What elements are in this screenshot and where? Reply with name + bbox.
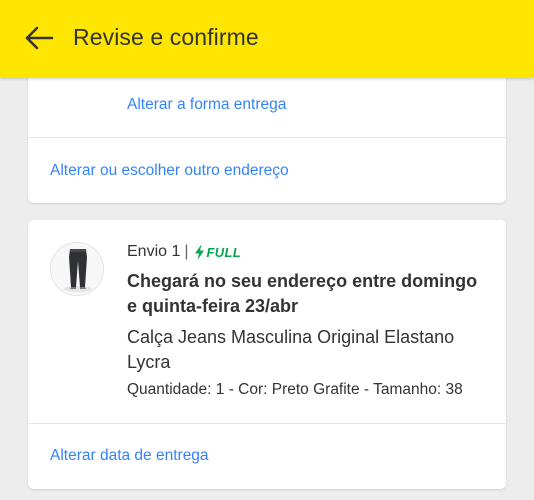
full-badge-label: FULL: [206, 244, 241, 260]
page-title: Revise e confirme: [73, 24, 259, 50]
shipment-label: Envio 1: [127, 243, 181, 260]
change-address-link[interactable]: Alterar ou escolher outro endereço: [50, 162, 289, 180]
arrow-left-icon: [25, 26, 54, 50]
back-button[interactable]: [22, 21, 56, 55]
divider: [28, 137, 506, 138]
jeans-image: [51, 243, 103, 295]
change-delivery-method-link[interactable]: Alterar a forma entrega: [127, 96, 286, 114]
change-delivery-date-link[interactable]: Alterar data de entrega: [50, 447, 209, 465]
product-title: Calça Jeans Masculina Original Elastano …: [127, 327, 455, 372]
divider: [28, 423, 506, 424]
lightning-bolt-icon: [194, 244, 204, 260]
shipment-header: Envio 1 | FULL: [127, 243, 241, 261]
product-thumbnail[interactable]: [50, 242, 104, 296]
full-badge: FULL: [194, 244, 241, 260]
delivery-estimate: Chegará no seu endereço entre domingo e …: [127, 271, 478, 316]
app-bar: Revise e confirme: [0, 0, 534, 78]
separator: |: [184, 243, 189, 260]
product-details: Quantidade: 1 - Cor: Preto Grafite - Tam…: [127, 381, 463, 398]
shipment-card: Envio 1 | FULL Chegará no seu endereço e…: [28, 220, 506, 489]
